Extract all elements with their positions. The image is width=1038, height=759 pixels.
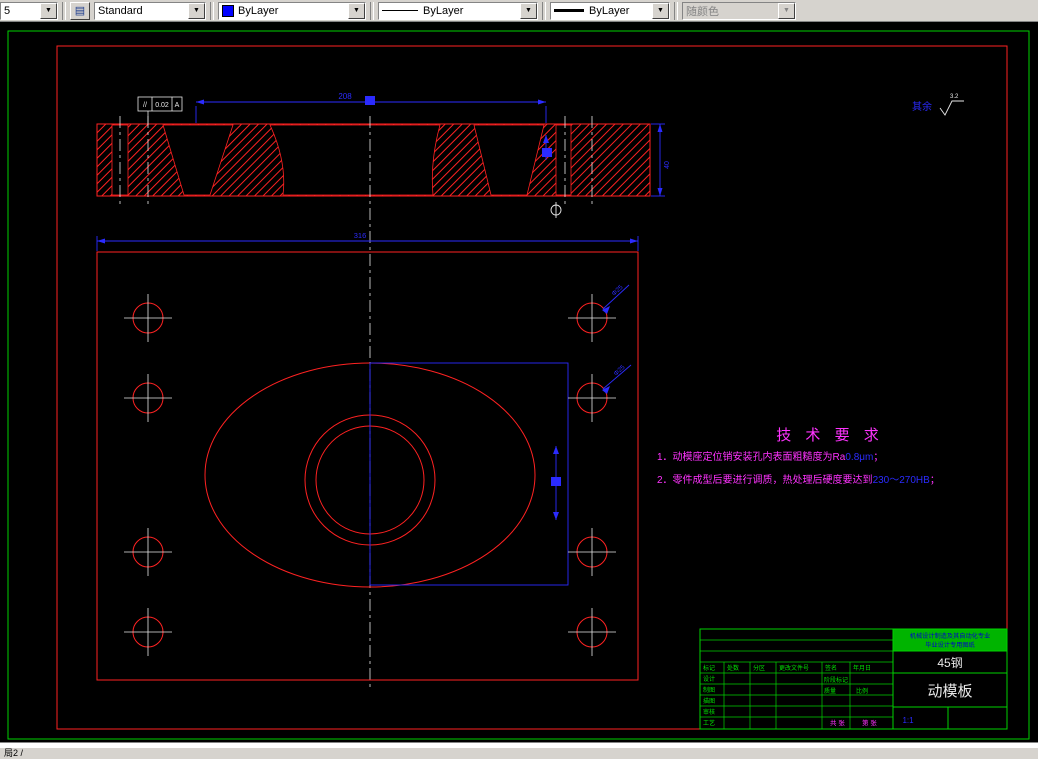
label-check: 审核 bbox=[703, 708, 715, 716]
roughness-icon bbox=[939, 100, 964, 116]
scale-value: 1:1 bbox=[902, 716, 914, 725]
linetype-icon bbox=[382, 10, 418, 11]
datum-ref: A bbox=[175, 102, 180, 109]
label-weight: 质量 bbox=[824, 687, 836, 695]
label-trace: 描图 bbox=[703, 697, 715, 705]
dimension-40: 40 bbox=[651, 123, 671, 197]
dimension-value: 40 bbox=[664, 161, 671, 169]
material-value: 45钢 bbox=[937, 656, 962, 670]
lineweight-icon bbox=[554, 9, 584, 12]
dimension-208: 208 bbox=[195, 92, 547, 123]
cavity-outline bbox=[369, 362, 569, 586]
hole-label: Φ25 bbox=[613, 364, 627, 378]
chevron-down-icon[interactable]: ▼ bbox=[652, 2, 669, 19]
plot-style-value: 随颜色 bbox=[686, 5, 719, 18]
toolbar-separator bbox=[674, 1, 678, 20]
label-stage: 阶段标记 bbox=[824, 676, 848, 684]
tech-value: 230～270HB bbox=[873, 475, 931, 486]
plan-view bbox=[96, 251, 639, 681]
label-sheets: 共 张 bbox=[830, 718, 845, 727]
surface-label: 其余 bbox=[912, 100, 932, 113]
title-block: 机械设计制造及其自动化专业 毕业设计专用图纸 45钢 动模板 1:1 标记 处数 bbox=[699, 628, 1008, 730]
toolbar-separator bbox=[210, 1, 214, 20]
dimension-316: 316 bbox=[96, 231, 639, 251]
label-mark: 标记 bbox=[703, 664, 715, 672]
dimension-value: 316 bbox=[354, 231, 367, 240]
chevron-down-icon[interactable]: ▼ bbox=[188, 2, 205, 19]
toolbar-separator bbox=[62, 1, 66, 20]
section-mark-icon bbox=[550, 202, 562, 218]
status-bar: 局2 / bbox=[0, 748, 1038, 759]
tech-text: 2．零件成型后要进行调质，热处理后硬度要达到 bbox=[657, 473, 873, 486]
label-sheet-no: 第 张 bbox=[862, 718, 877, 727]
color-swatch-icon bbox=[222, 4, 234, 17]
hole-leader: Φ25 bbox=[602, 364, 632, 394]
dimension-symbol bbox=[551, 477, 561, 486]
drawing-canvas[interactable]: // 0.02 A 208 316 40 Φ25 Φ25 其余 3.2 技 术 … bbox=[0, 22, 1038, 742]
dimension-symbol bbox=[542, 148, 552, 157]
linetype-combo-value: ByLayer bbox=[423, 4, 464, 17]
surface-finish-note: 其余 3.2 bbox=[912, 94, 964, 116]
text-style-value: Standard bbox=[98, 4, 143, 17]
chevron-down-icon[interactable]: ▼ bbox=[40, 2, 57, 19]
linetype-combo[interactable]: ByLayer ▼ bbox=[378, 1, 538, 20]
label-scale: 比例 bbox=[856, 687, 868, 695]
tech-title: 技 术 要 求 bbox=[776, 427, 884, 444]
label-draft: 制图 bbox=[703, 686, 715, 694]
tech-text: 1．动模座定位销安装孔内表面粗糙度为Ra bbox=[657, 450, 846, 463]
dimension-symbol bbox=[365, 96, 375, 105]
technical-requirements: 技 术 要 求 1．动模座定位销安装孔内表面粗糙度为Ra0.8μm； 2．零件成… bbox=[657, 427, 940, 486]
color-combo-value: ByLayer bbox=[238, 4, 279, 17]
status-text: 局2 / bbox=[4, 748, 24, 758]
layer-combo[interactable]: 5 ▼ bbox=[0, 1, 58, 20]
chevron-down-icon[interactable]: ▼ bbox=[520, 2, 537, 19]
tech-line-2: 2．零件成型后要进行调质，热处理后硬度要达到230～270HB； bbox=[657, 473, 940, 486]
color-combo[interactable]: ByLayer ▼ bbox=[218, 1, 366, 20]
surface-value: 3.2 bbox=[950, 94, 959, 100]
label-design: 设计 bbox=[703, 675, 715, 683]
plot-style-combo: 随颜色 ▼ bbox=[682, 1, 796, 20]
section-view bbox=[96, 123, 651, 197]
centerlines bbox=[119, 116, 593, 690]
school-line-2: 毕业设计专用图纸 bbox=[925, 641, 975, 649]
dimension-value: 208 bbox=[338, 92, 352, 101]
chevron-down-icon[interactable]: ▼ bbox=[348, 2, 365, 19]
part-name: 动模板 bbox=[927, 682, 972, 700]
text-style-icon: ▤ bbox=[74, 5, 86, 17]
school-line-1: 机械设计制造及其自动化专业 bbox=[910, 632, 990, 640]
lineweight-combo[interactable]: ByLayer ▼ bbox=[550, 1, 670, 20]
tech-text: ； bbox=[873, 452, 883, 463]
tech-line-1: 1．动模座定位销安装孔内表面粗糙度为Ra0.8μm； bbox=[657, 450, 883, 463]
plan-vertical-dim bbox=[551, 446, 561, 520]
model-space[interactable]: // 0.02 A 208 316 40 Φ25 Φ25 其余 3.2 技 术 … bbox=[0, 22, 1038, 742]
text-style-combo[interactable]: Standard ▼ bbox=[94, 1, 206, 20]
tech-text: ； bbox=[930, 475, 940, 486]
label-process: 工艺 bbox=[703, 719, 715, 727]
toolbar-separator bbox=[370, 1, 374, 20]
label-date: 年月日 bbox=[853, 664, 871, 672]
label-zone: 分区 bbox=[753, 664, 765, 672]
label-sign: 签名 bbox=[825, 664, 837, 672]
datum-tolerance: 0.02 bbox=[155, 102, 169, 109]
toolbar-separator bbox=[542, 1, 546, 20]
datum-frame: // 0.02 A bbox=[137, 96, 183, 125]
text-style-button[interactable]: ▤ bbox=[70, 1, 90, 20]
top-toolbar: 5 ▼ ▤ Standard ▼ ByLayer ▼ ByLayer ▼ ByL… bbox=[0, 0, 1038, 22]
datum-symbol: // bbox=[143, 102, 147, 109]
lineweight-combo-value: ByLayer bbox=[589, 4, 630, 17]
label-count: 处数 bbox=[727, 664, 739, 672]
tech-value: 0.8μm bbox=[845, 452, 873, 463]
layer-combo-value: 5 bbox=[4, 4, 11, 17]
chevron-down-icon: ▼ bbox=[778, 2, 795, 19]
label-change-doc: 更改文件号 bbox=[779, 664, 809, 672]
hole-leader: Φ25 bbox=[602, 284, 630, 314]
